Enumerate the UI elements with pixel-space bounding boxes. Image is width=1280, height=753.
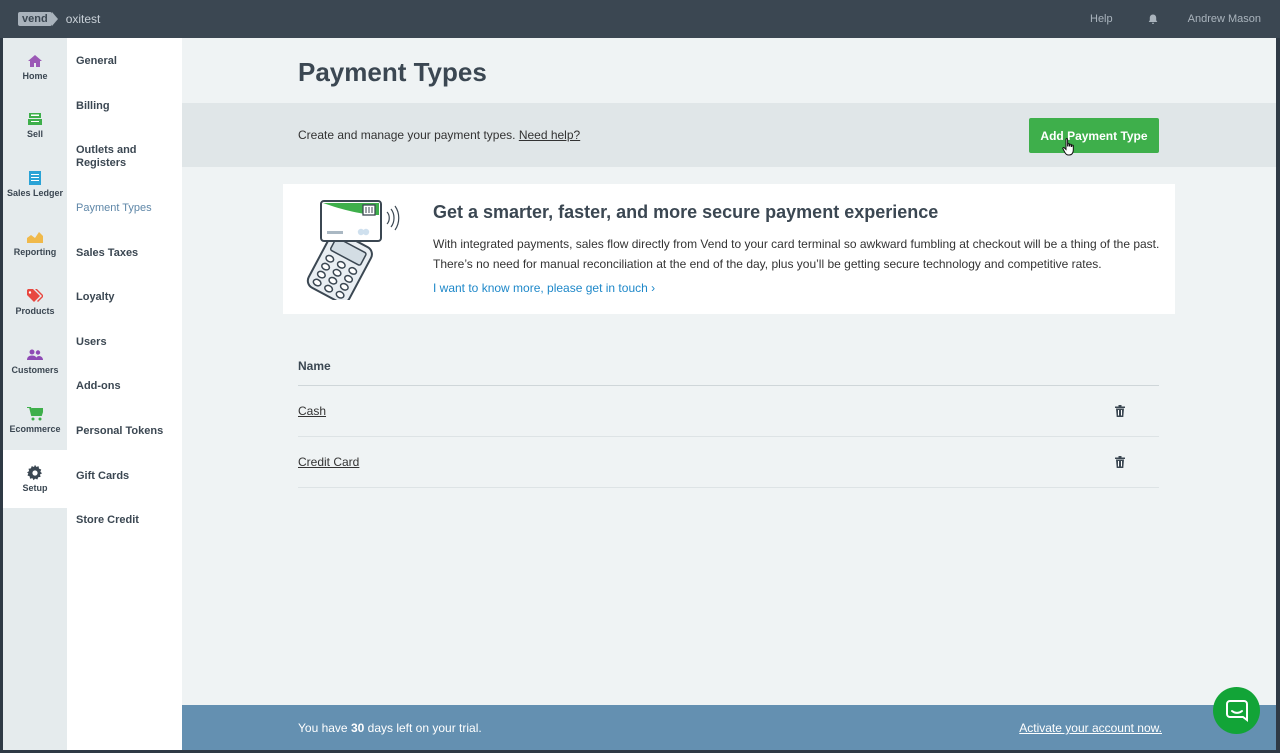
page-description: Create and manage your payment types. Ne… <box>298 128 580 142</box>
trash-icon[interactable] <box>1112 403 1128 419</box>
nav-sales-ledger[interactable]: Sales Ledger <box>3 155 67 213</box>
cart-icon <box>27 406 43 421</box>
setup-nav: General Billing Outlets and Registers Pa… <box>67 38 182 750</box>
nav-products[interactable]: Products <box>3 273 67 331</box>
integrated-payments-promo: Get a smarter, faster, and more secure p… <box>283 184 1175 314</box>
activate-account-link[interactable]: Activate your account now. <box>1019 721 1162 735</box>
subnav-personal-tokens[interactable]: Personal Tokens <box>76 425 180 438</box>
people-icon <box>27 348 43 362</box>
get-in-touch-link[interactable]: I want to know more, please get in touch… <box>433 281 655 295</box>
app-frame: Home Sell Sales Ledger Reporting Product… <box>3 38 1276 750</box>
need-help-link[interactable]: Need help? <box>519 128 580 142</box>
hand-cursor-icon <box>1062 138 1076 161</box>
promo-body: With integrated payments, sales flow dir… <box>433 237 1160 271</box>
nav-products-label: Products <box>15 305 55 316</box>
trial-message: You have 30 days left on your trial. <box>298 721 482 735</box>
trash-icon[interactable] <box>1112 454 1128 470</box>
nav-home[interactable]: Home <box>3 38 67 96</box>
table-row: Cash <box>298 386 1159 437</box>
main-content: Payment Types Create and manage your pay… <box>182 38 1276 750</box>
subnav-payment-types[interactable]: Payment Types <box>76 202 180 215</box>
help-link[interactable]: Help <box>1090 13 1113 25</box>
add-payment-type-button[interactable]: Add Payment Type <box>1029 118 1159 153</box>
primary-nav: Home Sell Sales Ledger Reporting Product… <box>3 38 67 750</box>
nav-sales-ledger-label: Sales Ledger <box>6 187 64 198</box>
nav-reporting[interactable]: Reporting <box>3 214 67 272</box>
payment-types-table: Name Cash Credit Card <box>298 356 1159 488</box>
table-header-name: Name <box>298 356 1159 386</box>
page-toolbar: Create and manage your payment types. Ne… <box>182 103 1276 167</box>
gear-icon <box>27 464 43 480</box>
promo-title: Get a smarter, faster, and more secure p… <box>433 202 939 222</box>
nav-customers-label: Customers <box>11 364 59 375</box>
nav-setup-label: Setup <box>22 482 48 493</box>
nav-ecommerce-label: Ecommerce <box>9 423 61 434</box>
vend-logo[interactable]: vend oxitest <box>18 12 100 26</box>
description-text: Create and manage your payment types. <box>298 128 516 142</box>
nav-ecommerce[interactable]: Ecommerce <box>3 391 67 449</box>
payment-type-credit-card[interactable]: Credit Card <box>298 455 359 469</box>
nav-sell[interactable]: Sell <box>3 96 67 154</box>
logo-text: vend <box>18 12 58 26</box>
home-icon <box>27 54 43 68</box>
top-bar: vend oxitest Help Andrew Mason <box>0 0 1280 38</box>
subnav-general[interactable]: General <box>76 55 180 68</box>
payment-type-cash[interactable]: Cash <box>298 404 326 418</box>
nav-setup[interactable]: Setup <box>3 450 67 508</box>
trial-suffix: days left on your trial. <box>367 721 482 735</box>
nav-home-label: Home <box>22 70 48 81</box>
nav-customers[interactable]: Customers <box>3 332 67 390</box>
bell-icon[interactable] <box>1148 14 1158 25</box>
subnav-sales-taxes[interactable]: Sales Taxes <box>76 247 180 260</box>
top-right-menu: Help Andrew Mason <box>1090 13 1261 25</box>
subnav-billing[interactable]: Billing <box>76 100 180 113</box>
trial-prefix: You have <box>298 721 348 735</box>
register-icon <box>27 112 43 126</box>
subnav-users[interactable]: Users <box>76 336 180 349</box>
subnav-gift-cards[interactable]: Gift Cards <box>76 470 180 483</box>
nav-sell-label: Sell <box>26 128 43 139</box>
user-menu[interactable]: Andrew Mason <box>1188 13 1261 25</box>
nav-reporting-label: Reporting <box>13 246 57 257</box>
ledger-icon <box>27 170 43 185</box>
store-name: oxitest <box>65 12 101 26</box>
subnav-outlets-registers[interactable]: Outlets and Registers <box>76 144 180 170</box>
subnav-loyalty[interactable]: Loyalty <box>76 291 180 304</box>
subnav-add-ons[interactable]: Add-ons <box>76 380 180 393</box>
subnav-store-credit[interactable]: Store Credit <box>76 514 180 527</box>
trial-days: 30 <box>350 721 365 735</box>
page-title: Payment Types <box>298 57 487 87</box>
table-row: Credit Card <box>298 437 1159 488</box>
chat-icon[interactable] <box>1213 687 1260 734</box>
card-terminal-icon <box>303 198 403 305</box>
chart-icon <box>27 230 43 244</box>
trial-banner: You have 30 days left on your trial. Act… <box>182 705 1276 750</box>
tag-icon <box>27 288 43 303</box>
